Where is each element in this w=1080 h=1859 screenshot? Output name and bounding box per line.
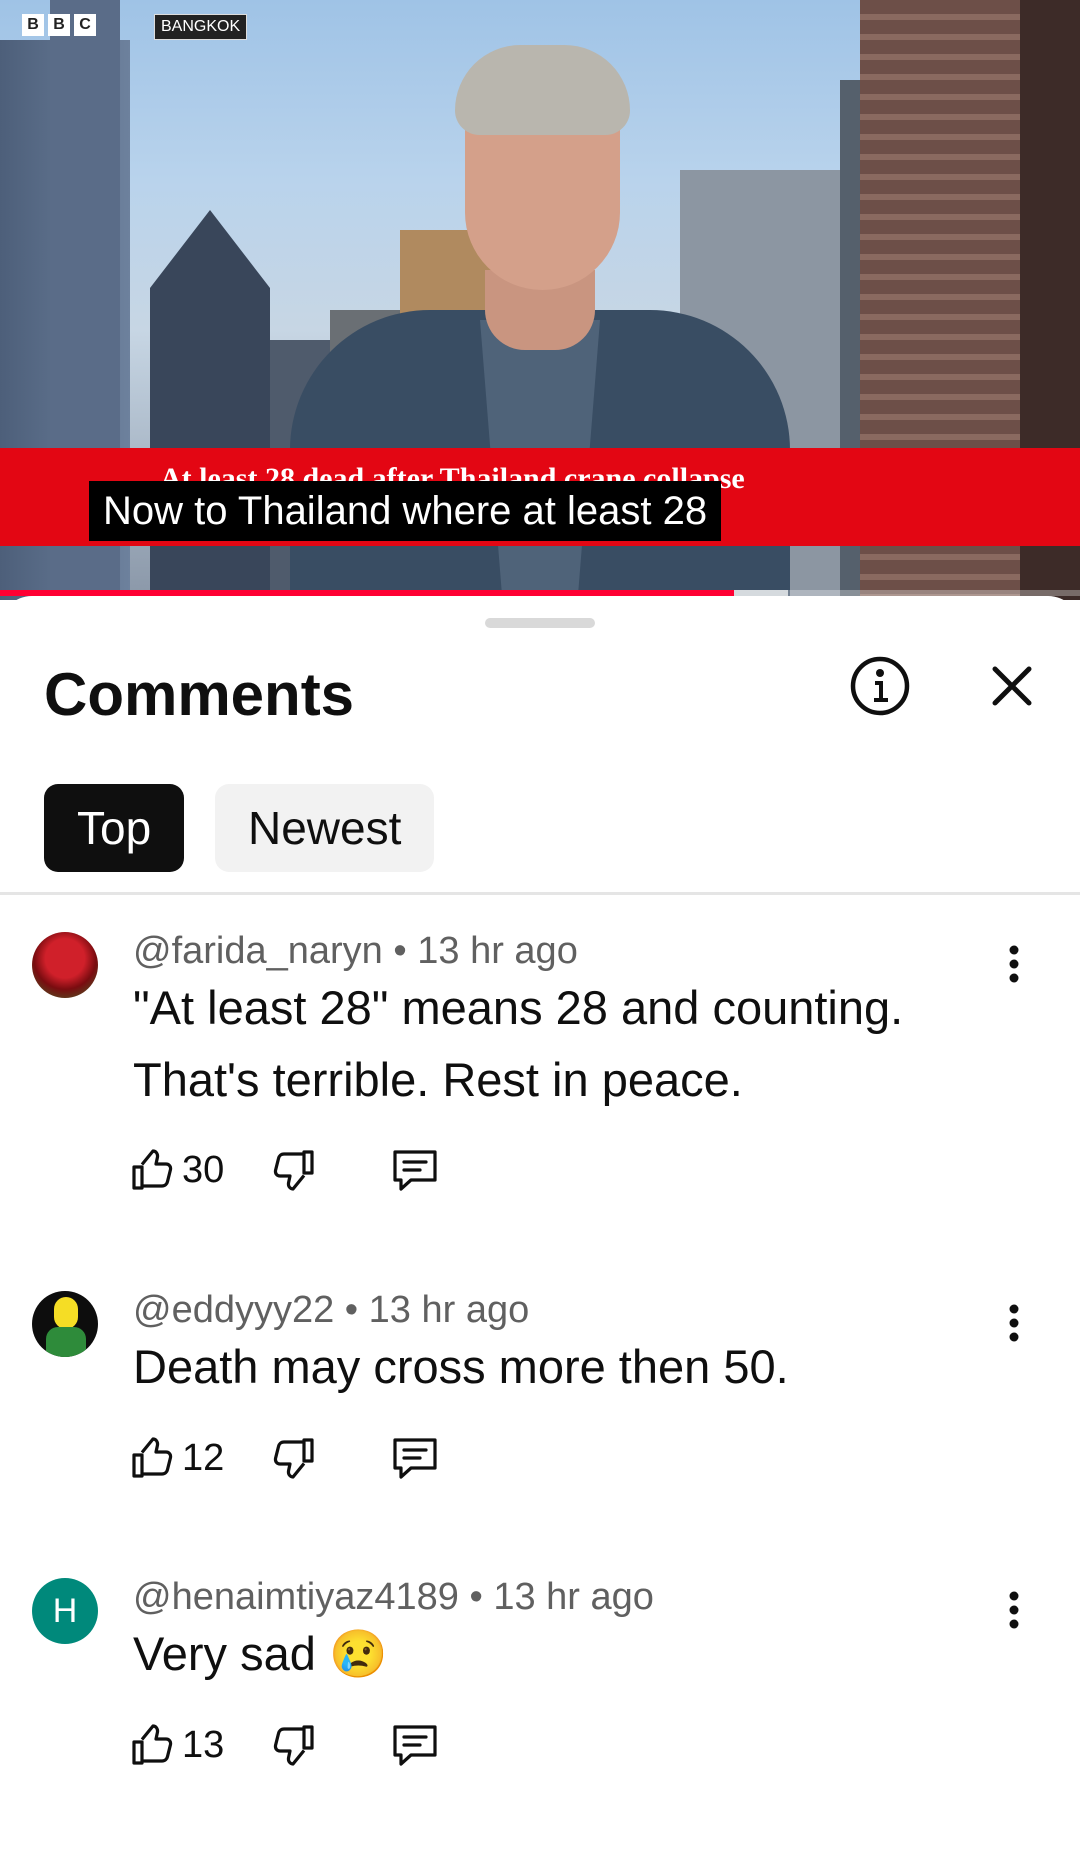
thumbs-up-icon [132,1437,173,1478]
video-player[interactable]: B B C BANGKOK At least 28 dead after Tha… [0,0,1080,600]
like-count: 30 [182,1148,225,1191]
reply-icon [393,1438,437,1479]
comment-menu-button[interactable] [984,934,1044,994]
like-button[interactable]: 12 [128,1434,226,1482]
like-count: 13 [182,1723,225,1766]
meta-separator: • [458,1576,494,1618]
like-count: 12 [182,1436,225,1479]
comment-actions: 12 [128,1428,440,1488]
comment-text-line: "At least 28" means 28 and counting. [133,981,904,1034]
location-label: BANGKOK [154,14,248,40]
meta-separator: • [334,1289,369,1331]
bbc-logo: B B C [22,14,96,36]
comment-author[interactable]: @farida_naryn [133,930,383,972]
more-vertical-icon [1009,1304,1019,1342]
comment-meta: @henaimtiyaz4189 • 13 hr ago [133,1576,654,1619]
thumbs-up-icon [132,1724,173,1765]
reply-button[interactable] [390,1146,440,1194]
comment-meta: @farida_naryn • 13 hr ago [133,930,578,973]
more-vertical-icon [1009,1591,1019,1629]
reply-button[interactable] [390,1434,440,1482]
dislike-button[interactable] [270,1146,318,1194]
avatar[interactable] [32,932,98,998]
reply-icon [393,1725,437,1766]
comments-panel: Comments Top Newest @farida_naryn • 13 h… [0,596,1080,1859]
thumbs-down-icon [273,1438,314,1479]
thumbs-down-icon [273,1150,314,1191]
logo-letter: B [48,14,70,36]
comment-actions: 13 [128,1715,440,1775]
logo-letter: C [74,14,96,36]
info-icon [850,656,910,716]
dislike-button[interactable] [270,1721,318,1769]
avatar-face [54,1297,78,1329]
close-icon [992,666,1032,706]
comment-author[interactable]: @henaimtiyaz4189 [133,1576,459,1618]
avatar[interactable] [32,1291,98,1357]
meta-separator: • [382,930,418,972]
reply-icon [393,1150,437,1191]
close-button[interactable] [972,646,1052,726]
panel-title: Comments [44,661,355,728]
drag-handle[interactable] [485,618,595,628]
logo-letter: B [22,14,44,36]
comment-actions: 30 [128,1140,440,1200]
comment-text-line: Death may cross more then 50. [133,1340,789,1393]
comment-meta: @eddyyy22 • 13 hr ago [133,1289,529,1332]
dislike-button[interactable] [270,1434,318,1482]
closed-caption: Now to Thailand where at least 28 [89,481,722,541]
divider [0,892,1080,895]
reply-button[interactable] [390,1721,440,1769]
comment-text-line: That's terrible. Rest in peace. [133,1053,743,1106]
comment-text-line: Very sad 😢 [133,1627,388,1680]
more-vertical-icon [1009,945,1019,983]
avatar[interactable]: H [32,1578,98,1644]
avatar-body [46,1327,86,1357]
thumbs-down-icon [273,1725,314,1766]
comment-time: 13 hr ago [417,930,578,972]
info-button[interactable] [840,646,920,726]
comment-time: 13 hr ago [368,1289,530,1331]
tab-top[interactable]: Top [44,784,185,872]
comment-author[interactable]: @eddyyy22 [133,1289,334,1331]
thumbs-up-icon [132,1149,173,1190]
tab-newest[interactable]: Newest [215,784,435,872]
presenter-hair [455,45,630,135]
like-button[interactable]: 30 [128,1146,226,1194]
like-button[interactable]: 13 [128,1721,226,1769]
comment-time: 13 hr ago [493,1576,654,1618]
comment-menu-button[interactable] [984,1293,1044,1353]
comment-menu-button[interactable] [984,1580,1044,1640]
